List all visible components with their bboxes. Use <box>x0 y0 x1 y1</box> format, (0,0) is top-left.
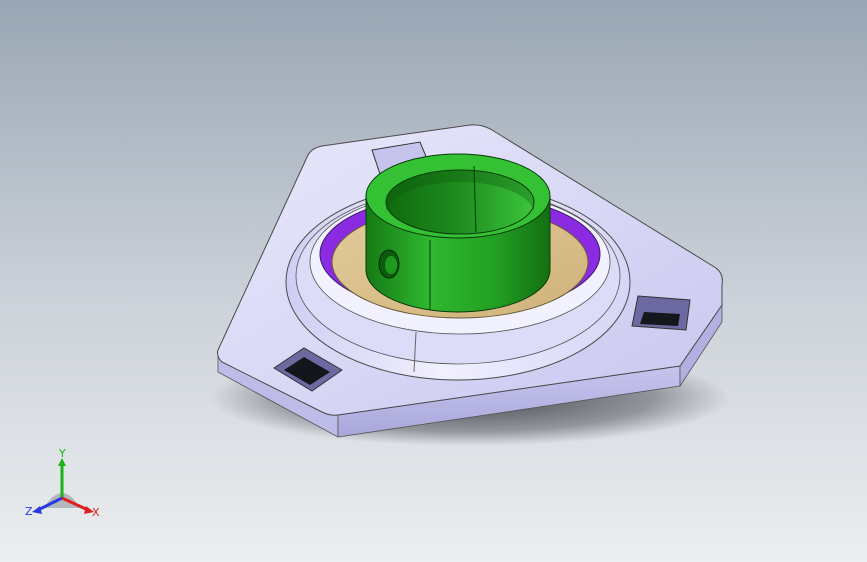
y-axis-label: Y <box>58 448 66 460</box>
z-axis-label: Z <box>25 505 33 518</box>
model-scene[interactable] <box>0 0 867 562</box>
reference-triad: Y X Z <box>25 448 100 519</box>
x-axis-label: X <box>92 506 100 519</box>
mounting-hole <box>631 295 691 331</box>
set-screw-hole <box>378 249 400 279</box>
graphics-viewport[interactable]: Y X Z <box>0 0 867 562</box>
locking-collar[interactable] <box>365 153 551 313</box>
